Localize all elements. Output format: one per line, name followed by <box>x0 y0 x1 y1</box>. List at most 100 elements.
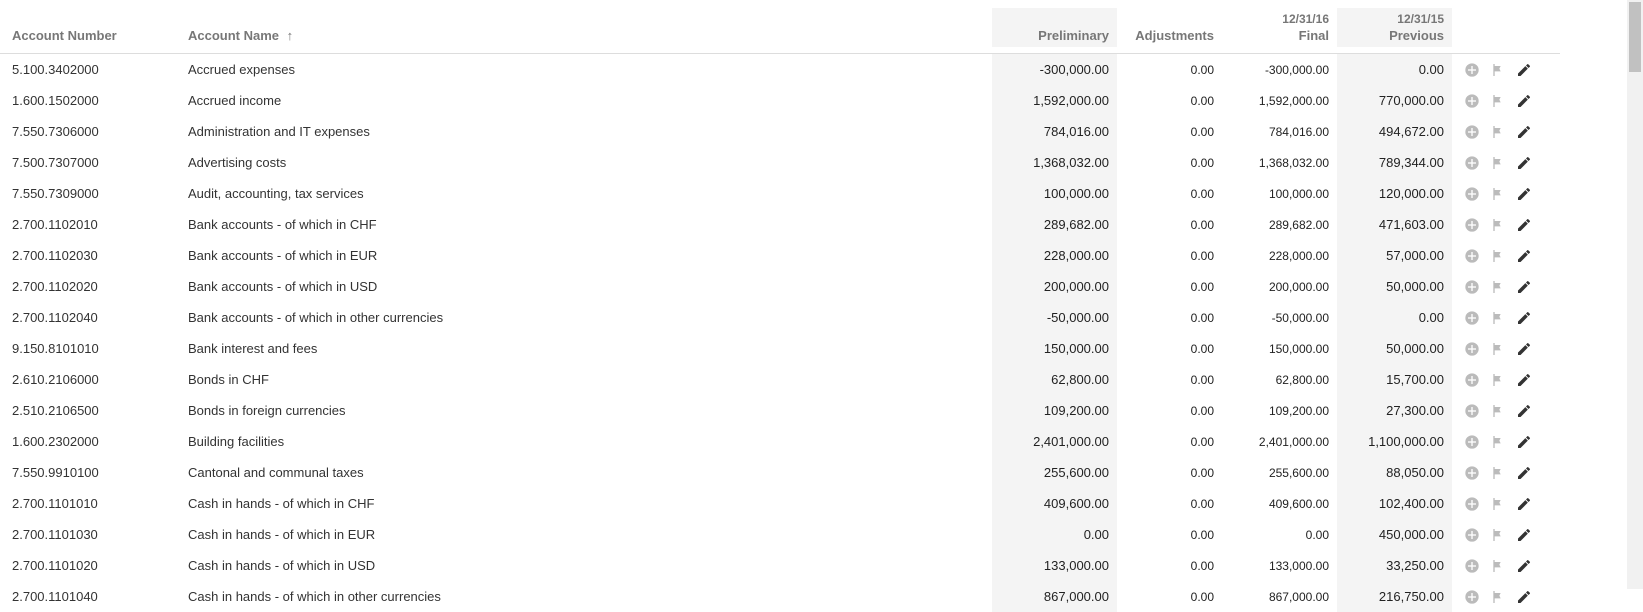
flag-icon[interactable] <box>1488 215 1508 235</box>
flag-icon[interactable] <box>1488 277 1508 297</box>
plus-icon[interactable] <box>1462 432 1482 452</box>
plus-icon[interactable] <box>1462 122 1482 142</box>
cell-adjustments: 0.00 <box>1117 333 1222 364</box>
table-row[interactable]: 2.510.2106500Bonds in foreign currencies… <box>0 395 1560 426</box>
cell-account-number: 2.700.1101030 <box>0 519 180 550</box>
table-row[interactable]: 2.700.1102010Bank accounts - of which in… <box>0 209 1560 240</box>
cell-adjustments: 0.00 <box>1117 302 1222 333</box>
plus-icon[interactable] <box>1462 277 1482 297</box>
cell-previous: 494,672.00 <box>1337 116 1452 147</box>
table-row[interactable]: 7.550.7306000Administration and IT expen… <box>0 116 1560 147</box>
edit-icon[interactable] <box>1514 587 1534 607</box>
edit-icon[interactable] <box>1514 246 1534 266</box>
cell-final: 2,401,000.00 <box>1222 426 1337 457</box>
column-header-account-name-label: Account Name <box>188 28 279 43</box>
plus-icon[interactable] <box>1462 308 1482 328</box>
plus-icon[interactable] <box>1462 370 1482 390</box>
table-row[interactable]: 2.700.1101020Cash in hands - of which in… <box>0 550 1560 581</box>
cell-adjustments: 0.00 <box>1117 364 1222 395</box>
plus-icon[interactable] <box>1462 463 1482 483</box>
table-row[interactable]: 7.500.7307000Advertising costs1,368,032.… <box>0 147 1560 178</box>
table-row[interactable]: 5.100.3402000Accrued expenses-300,000.00… <box>0 54 1560 85</box>
table-row[interactable]: 1.600.1502000Accrued income1,592,000.000… <box>0 85 1560 116</box>
edit-icon[interactable] <box>1514 463 1534 483</box>
edit-icon[interactable] <box>1514 494 1534 514</box>
flag-icon[interactable] <box>1488 525 1508 545</box>
flag-icon[interactable] <box>1488 60 1508 80</box>
cell-adjustments: 0.00 <box>1117 178 1222 209</box>
edit-icon[interactable] <box>1514 91 1534 111</box>
flag-icon[interactable] <box>1488 246 1508 266</box>
edit-icon[interactable] <box>1514 308 1534 328</box>
cell-preliminary: 2,401,000.00 <box>992 426 1117 457</box>
column-header-adjustments[interactable]: Adjustments <box>1135 28 1214 43</box>
flag-icon[interactable] <box>1488 370 1508 390</box>
cell-account-number: 7.550.7306000 <box>0 116 180 147</box>
cell-account-name: Cash in hands - of which in EUR <box>180 519 992 550</box>
cell-preliminary: 100,000.00 <box>992 178 1117 209</box>
plus-icon[interactable] <box>1462 401 1482 421</box>
table-row[interactable]: 2.700.1101030Cash in hands - of which in… <box>0 519 1560 550</box>
flag-icon[interactable] <box>1488 432 1508 452</box>
table-row[interactable]: 2.700.1102030Bank accounts - of which in… <box>0 240 1560 271</box>
table-row[interactable]: 9.150.8101010Bank interest and fees150,0… <box>0 333 1560 364</box>
edit-icon[interactable] <box>1514 432 1534 452</box>
plus-icon[interactable] <box>1462 525 1482 545</box>
edit-icon[interactable] <box>1514 122 1534 142</box>
table-row[interactable]: 1.600.2302000Building facilities2,401,00… <box>0 426 1560 457</box>
edit-icon[interactable] <box>1514 525 1534 545</box>
edit-icon[interactable] <box>1514 60 1534 80</box>
flag-icon[interactable] <box>1488 91 1508 111</box>
table-row[interactable]: 2.700.1101040Cash in hands - of which in… <box>0 581 1560 612</box>
column-header-account-name[interactable]: Account Name ↑ <box>180 24 992 47</box>
plus-icon[interactable] <box>1462 91 1482 111</box>
edit-icon[interactable] <box>1514 153 1534 173</box>
edit-icon[interactable] <box>1514 184 1534 204</box>
flag-icon[interactable] <box>1488 153 1508 173</box>
table-row[interactable]: 7.550.9910100Cantonal and communal taxes… <box>0 457 1560 488</box>
edit-icon[interactable] <box>1514 215 1534 235</box>
edit-icon[interactable] <box>1514 556 1534 576</box>
plus-icon[interactable] <box>1462 556 1482 576</box>
flag-icon[interactable] <box>1488 587 1508 607</box>
plus-icon[interactable] <box>1462 60 1482 80</box>
table-row[interactable]: 2.700.1102040Bank accounts - of which in… <box>0 302 1560 333</box>
cell-adjustments: 0.00 <box>1117 209 1222 240</box>
edit-icon[interactable] <box>1514 339 1534 359</box>
plus-icon[interactable] <box>1462 494 1482 514</box>
flag-icon[interactable] <box>1488 308 1508 328</box>
edit-icon[interactable] <box>1514 370 1534 390</box>
column-header-account-number[interactable]: Account Number <box>0 24 180 47</box>
flag-icon[interactable] <box>1488 184 1508 204</box>
flag-icon[interactable] <box>1488 556 1508 576</box>
flag-icon[interactable] <box>1488 463 1508 483</box>
column-header-preliminary[interactable]: Preliminary <box>1038 28 1109 43</box>
edit-icon[interactable] <box>1514 401 1534 421</box>
column-header-final[interactable]: Final <box>1299 28 1329 43</box>
plus-icon[interactable] <box>1462 215 1482 235</box>
plus-icon[interactable] <box>1462 153 1482 173</box>
column-header-actions <box>1452 39 1560 47</box>
plus-icon[interactable] <box>1462 246 1482 266</box>
table-row[interactable]: 7.550.7309000Audit, accounting, tax serv… <box>0 178 1560 209</box>
cell-account-number: 2.610.2106000 <box>0 364 180 395</box>
cell-adjustments: 0.00 <box>1117 395 1222 426</box>
edit-icon[interactable] <box>1514 277 1534 297</box>
plus-icon[interactable] <box>1462 587 1482 607</box>
table-row[interactable]: 2.610.2106000Bonds in CHF62,800.000.0062… <box>0 364 1560 395</box>
cell-account-name: Bank accounts - of which in CHF <box>180 209 992 240</box>
column-header-preliminary-super <box>1106 12 1109 28</box>
cell-previous: 0.00 <box>1337 54 1452 85</box>
table-row[interactable]: 2.700.1101010Cash in hands - of which in… <box>0 488 1560 519</box>
flag-icon[interactable] <box>1488 122 1508 142</box>
flag-icon[interactable] <box>1488 401 1508 421</box>
flag-icon[interactable] <box>1488 339 1508 359</box>
table-row[interactable]: 2.700.1102020Bank accounts - of which in… <box>0 271 1560 302</box>
plus-icon[interactable] <box>1462 184 1482 204</box>
flag-icon[interactable] <box>1488 494 1508 514</box>
plus-icon[interactable] <box>1462 339 1482 359</box>
scrollbar-thumb[interactable] <box>1629 2 1641 72</box>
cell-previous: 102,400.00 <box>1337 488 1452 519</box>
column-header-previous[interactable]: Previous <box>1389 28 1444 43</box>
vertical-scrollbar[interactable] <box>1627 0 1643 589</box>
